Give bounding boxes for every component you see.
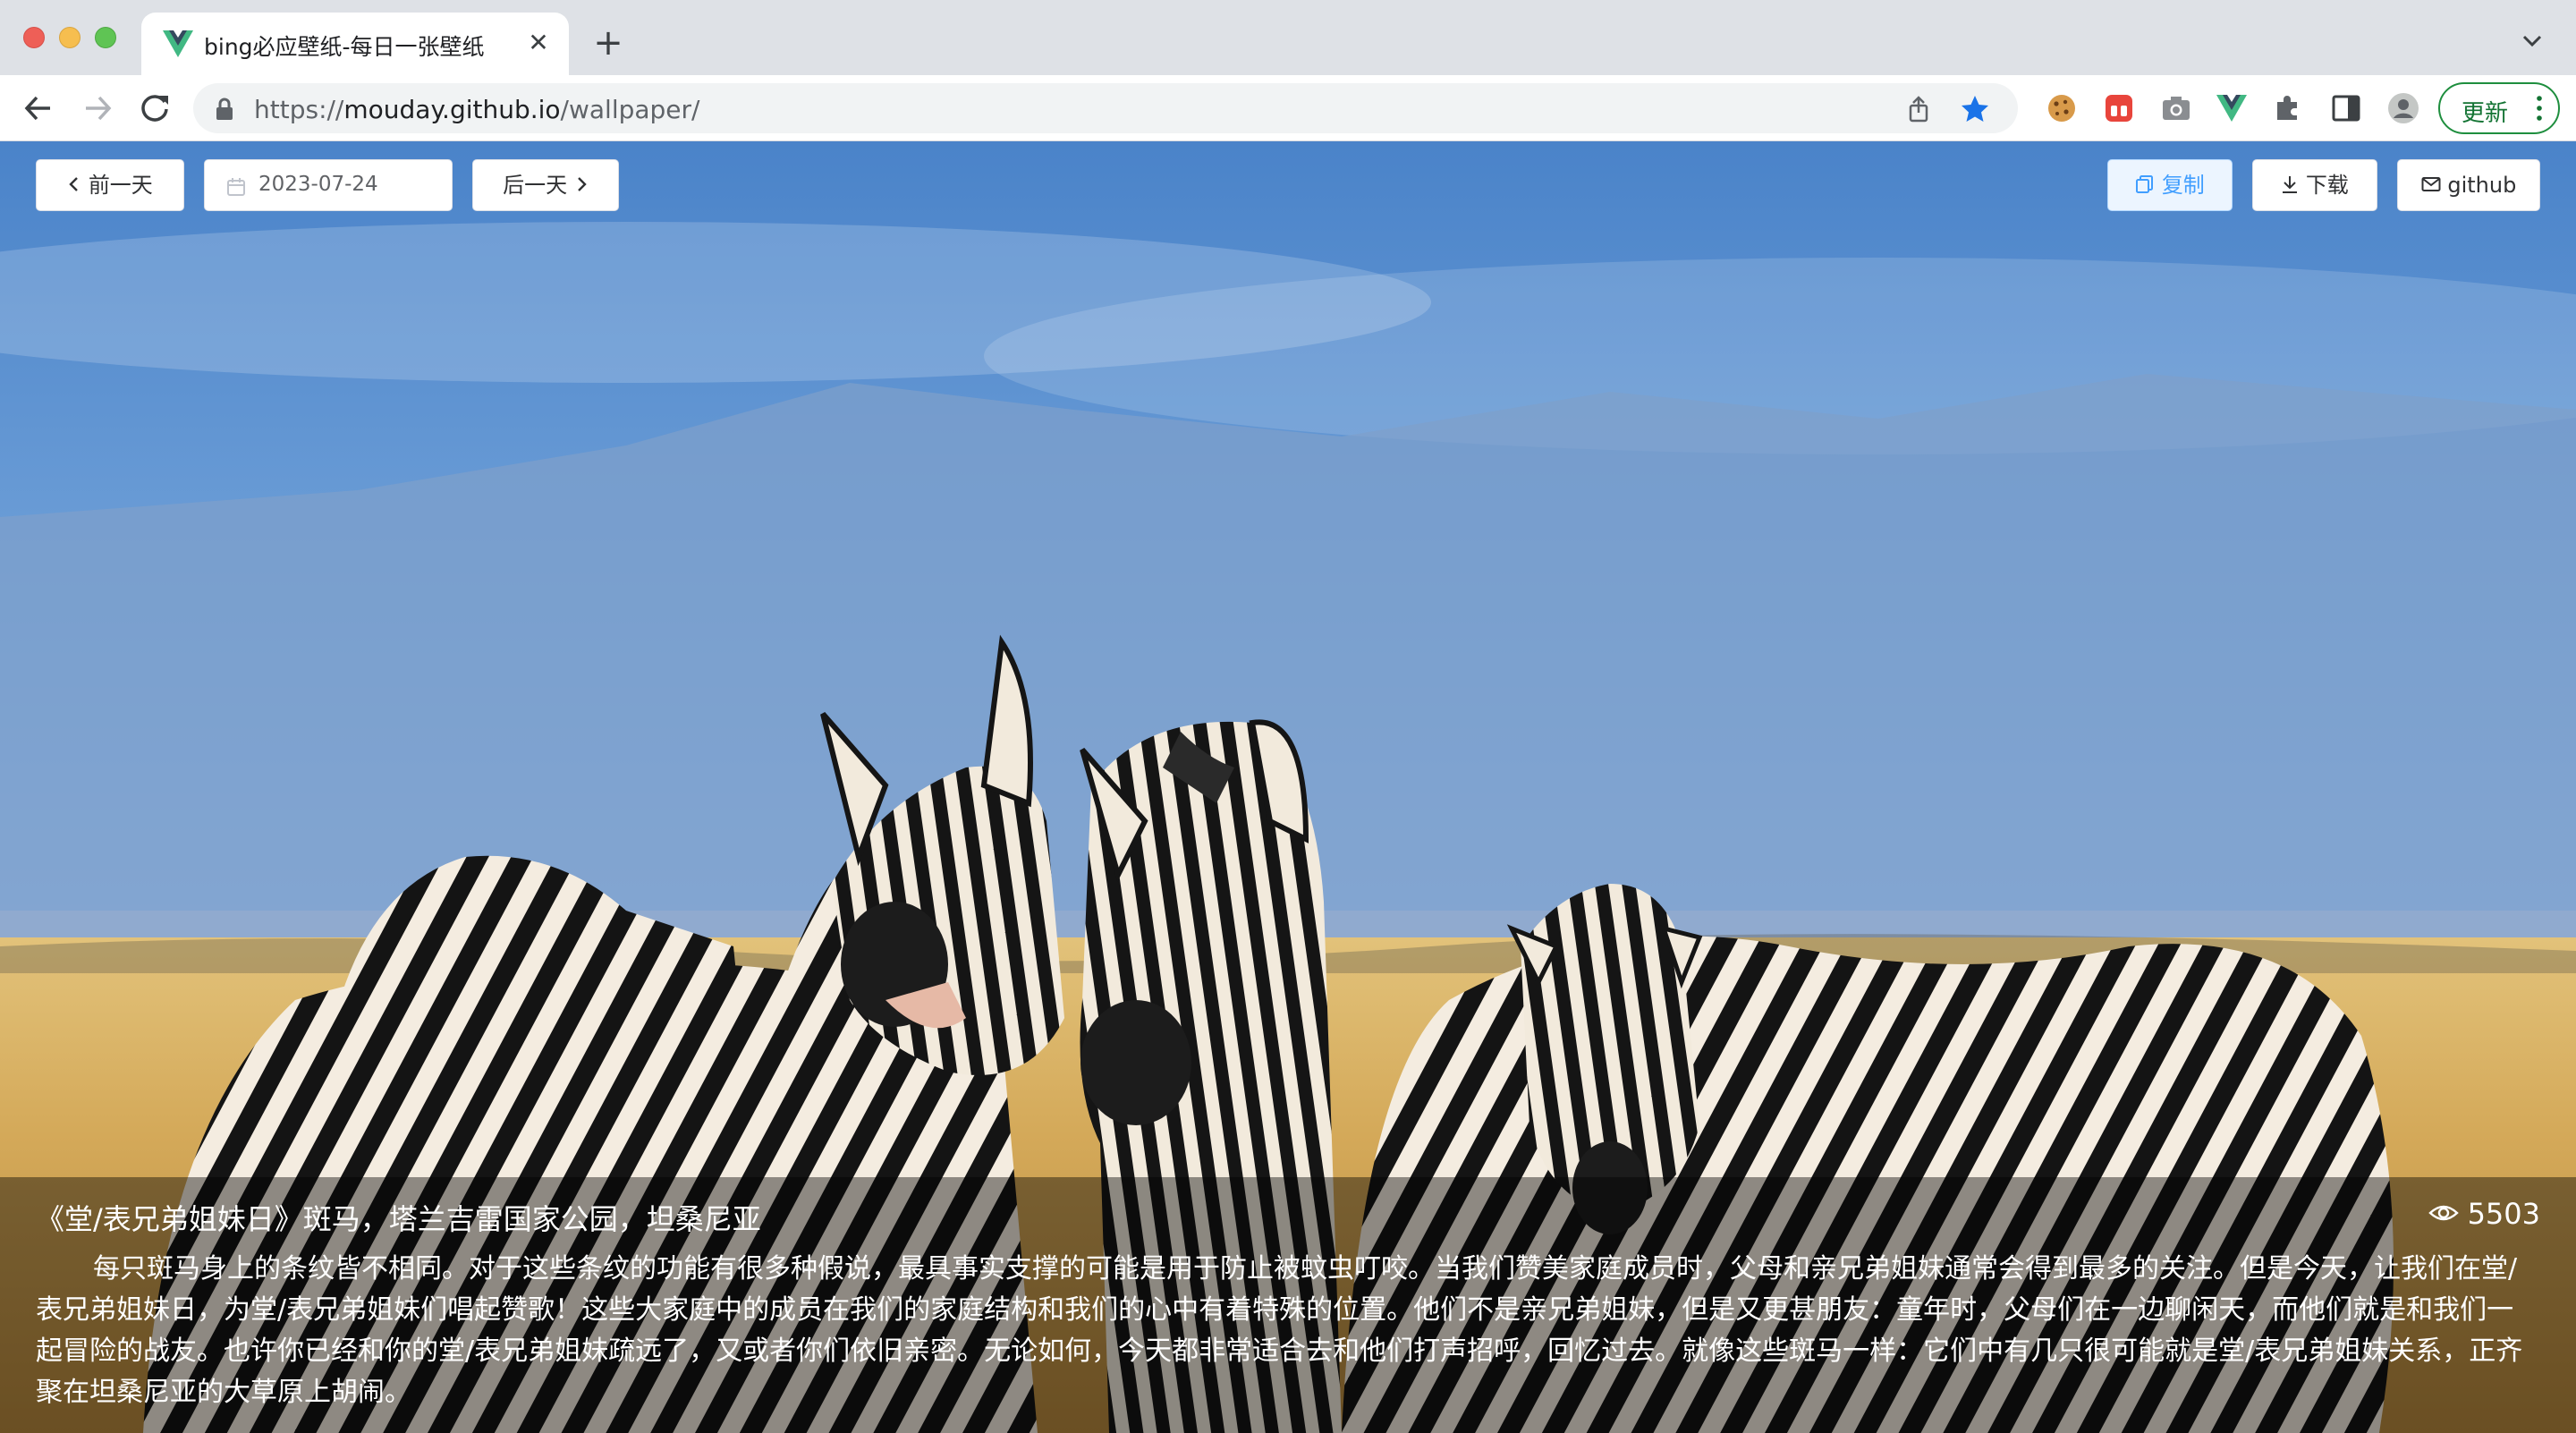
- next-day-button[interactable]: 后一天: [472, 159, 619, 211]
- url-text[interactable]: https://mouday.github.io/wallpaper/: [254, 95, 699, 124]
- mail-icon: [2421, 177, 2441, 191]
- github-button[interactable]: github: [2397, 159, 2540, 211]
- tab-close-icon[interactable]: ✕: [522, 27, 555, 59]
- wallpaper-title: 《堂/表兄弟姐妹日》斑马，塔兰吉雷国家公园，坦桑尼亚: [36, 1202, 761, 1236]
- copy-icon: [2136, 175, 2154, 193]
- cookie-extension-icon[interactable]: [2045, 91, 2079, 125]
- bookmark-star-icon[interactable]: [1960, 94, 1990, 124]
- minimize-window-button[interactable]: [59, 27, 80, 48]
- maximize-window-button[interactable]: [95, 27, 116, 48]
- copy-button[interactable]: 复制: [2107, 159, 2233, 211]
- vue-devtools-icon[interactable]: [2215, 91, 2249, 125]
- back-arrow-icon[interactable]: [20, 89, 57, 127]
- date-picker[interactable]: 2023-07-24: [204, 159, 453, 211]
- prev-day-button[interactable]: 前一天: [36, 159, 184, 211]
- wallpaper-page: 前一天 2023-07-24 后一天 复制 下载 github 《堂/表兄弟姐妹…: [0, 141, 2576, 1433]
- extensions-puzzle-icon[interactable]: [2270, 91, 2304, 125]
- vue-logo-icon: [163, 30, 193, 57]
- eye-icon: [2428, 1205, 2459, 1221]
- close-window-button[interactable]: [23, 27, 45, 48]
- share-icon[interactable]: [1903, 94, 1934, 124]
- camera-icon[interactable]: [2159, 91, 2193, 125]
- chevron-right-icon: [577, 177, 587, 191]
- download-button[interactable]: 下载: [2252, 159, 2377, 211]
- browser-tab-bar: bing必应壁纸-每日一张壁纸 ✕ +: [0, 0, 2576, 75]
- view-count: 5503: [2428, 1197, 2540, 1231]
- browser-tab[interactable]: bing必应壁纸-每日一张壁纸 ✕: [141, 13, 569, 75]
- red-extension-icon[interactable]: [2102, 91, 2136, 125]
- date-value[interactable]: 2023-07-24: [258, 173, 378, 196]
- forward-arrow-icon[interactable]: [79, 89, 116, 127]
- more-vert-icon: [2537, 96, 2542, 121]
- lock-icon[interactable]: [215, 98, 234, 121]
- address-bar[interactable]: https://mouday.github.io/wallpaper/: [193, 83, 2018, 133]
- side-panel-icon[interactable]: [2329, 91, 2363, 125]
- update-button[interactable]: 更新: [2438, 82, 2560, 134]
- wallpaper-description: 每只斑马身上的条纹皆不相同。对于这些条纹的功能有很多种假说，最具事实支撑的可能是…: [36, 1253, 2523, 1408]
- wallpaper-caption: 《堂/表兄弟姐妹日》斑马，塔兰吉雷国家公园，坦桑尼亚 5503 每只斑马身上的条…: [0, 1177, 2576, 1433]
- profile-avatar-icon[interactable]: [2386, 91, 2420, 125]
- reload-icon[interactable]: [136, 89, 174, 127]
- new-tab-button[interactable]: +: [590, 25, 626, 61]
- chevron-down-icon[interactable]: [2519, 27, 2546, 54]
- chevron-left-icon: [69, 177, 79, 191]
- calendar-icon: [227, 178, 245, 196]
- browser-toolbar: https://mouday.github.io/wallpaper/ 更新: [0, 75, 2576, 141]
- tab-title: bing必应壁纸-每日一张壁纸: [204, 34, 485, 60]
- download-icon: [2283, 176, 2298, 193]
